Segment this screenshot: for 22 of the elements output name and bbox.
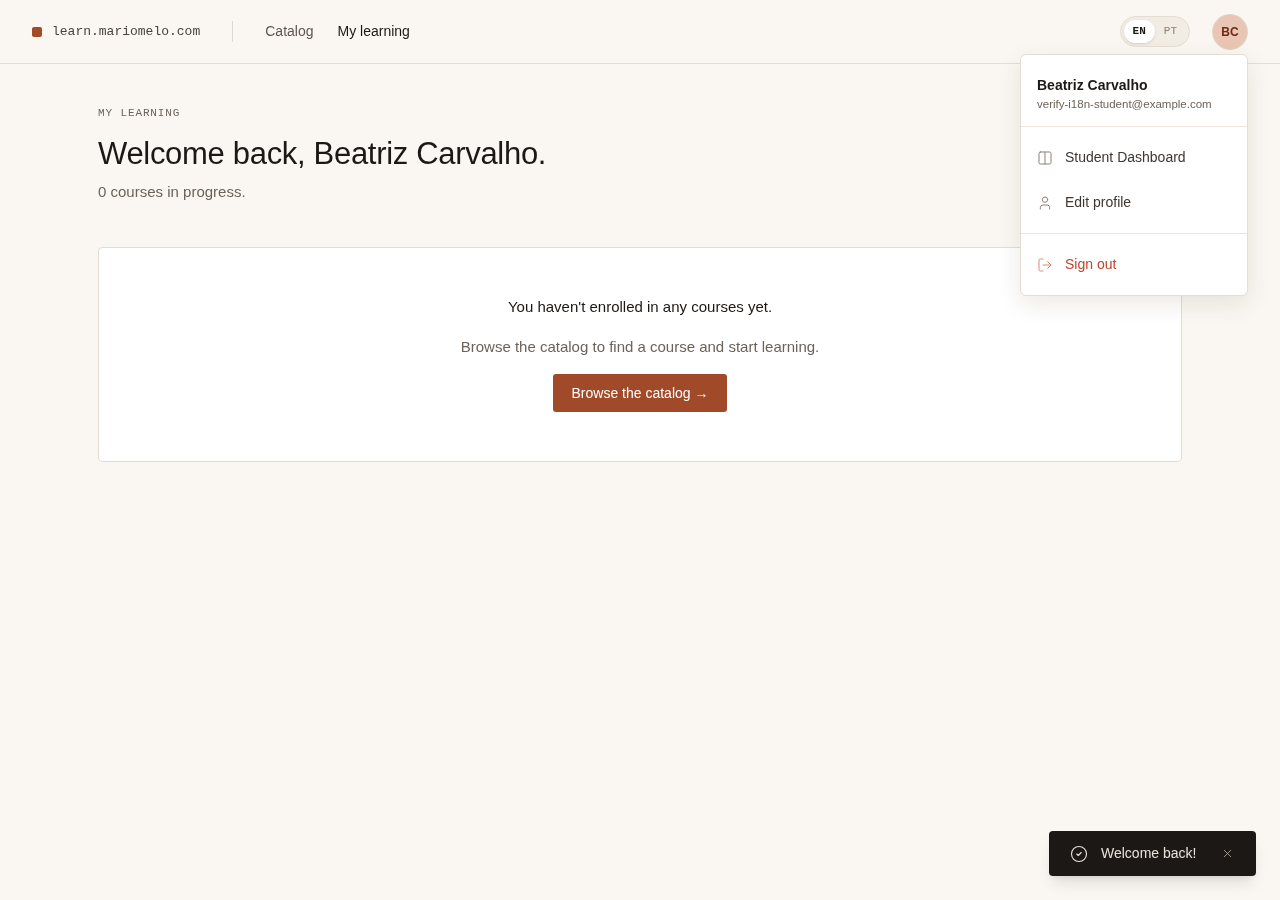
- empty-state-text: Browse the catalog to find a course and start learning.: [460, 337, 820, 357]
- sign-out-icon: [1037, 256, 1053, 273]
- nav-link[interactable]: Catalog: [265, 21, 314, 42]
- empty-state-title: You haven't enrolled in any courses yet.: [507, 297, 773, 317]
- language-option[interactable]: EN: [1123, 20, 1155, 43]
- menu-item[interactable]: Edit profile: [1021, 180, 1247, 225]
- nav-link[interactable]: My learning: [337, 21, 410, 42]
- browse-catalog-button[interactable]: Browse the catalog →: [552, 374, 728, 412]
- site-link[interactable]: learn.mariomelo.com: [52, 21, 201, 42]
- page-title: Welcome back, Beatriz Carvalho.: [98, 135, 547, 173]
- columns-icon: [1037, 149, 1053, 166]
- check-circle-icon: [1070, 844, 1088, 863]
- user-name: Beatriz Carvalho: [1037, 76, 1148, 95]
- user-email: verify-i18n-student@example.com: [1037, 97, 1212, 112]
- user-icon: [1037, 194, 1053, 211]
- page-eyebrow: MY LEARNING: [98, 106, 181, 121]
- menu-item[interactable]: Student Dashboard: [1021, 135, 1247, 180]
- logo-square-icon: [32, 26, 42, 37]
- avatar-button[interactable]: BC: [1212, 13, 1248, 50]
- toast-message: Welcome back!: [1101, 844, 1197, 863]
- page-subtitle: 0 courses in progress.: [98, 182, 246, 202]
- menu-item[interactable]: Sign out: [1021, 242, 1247, 287]
